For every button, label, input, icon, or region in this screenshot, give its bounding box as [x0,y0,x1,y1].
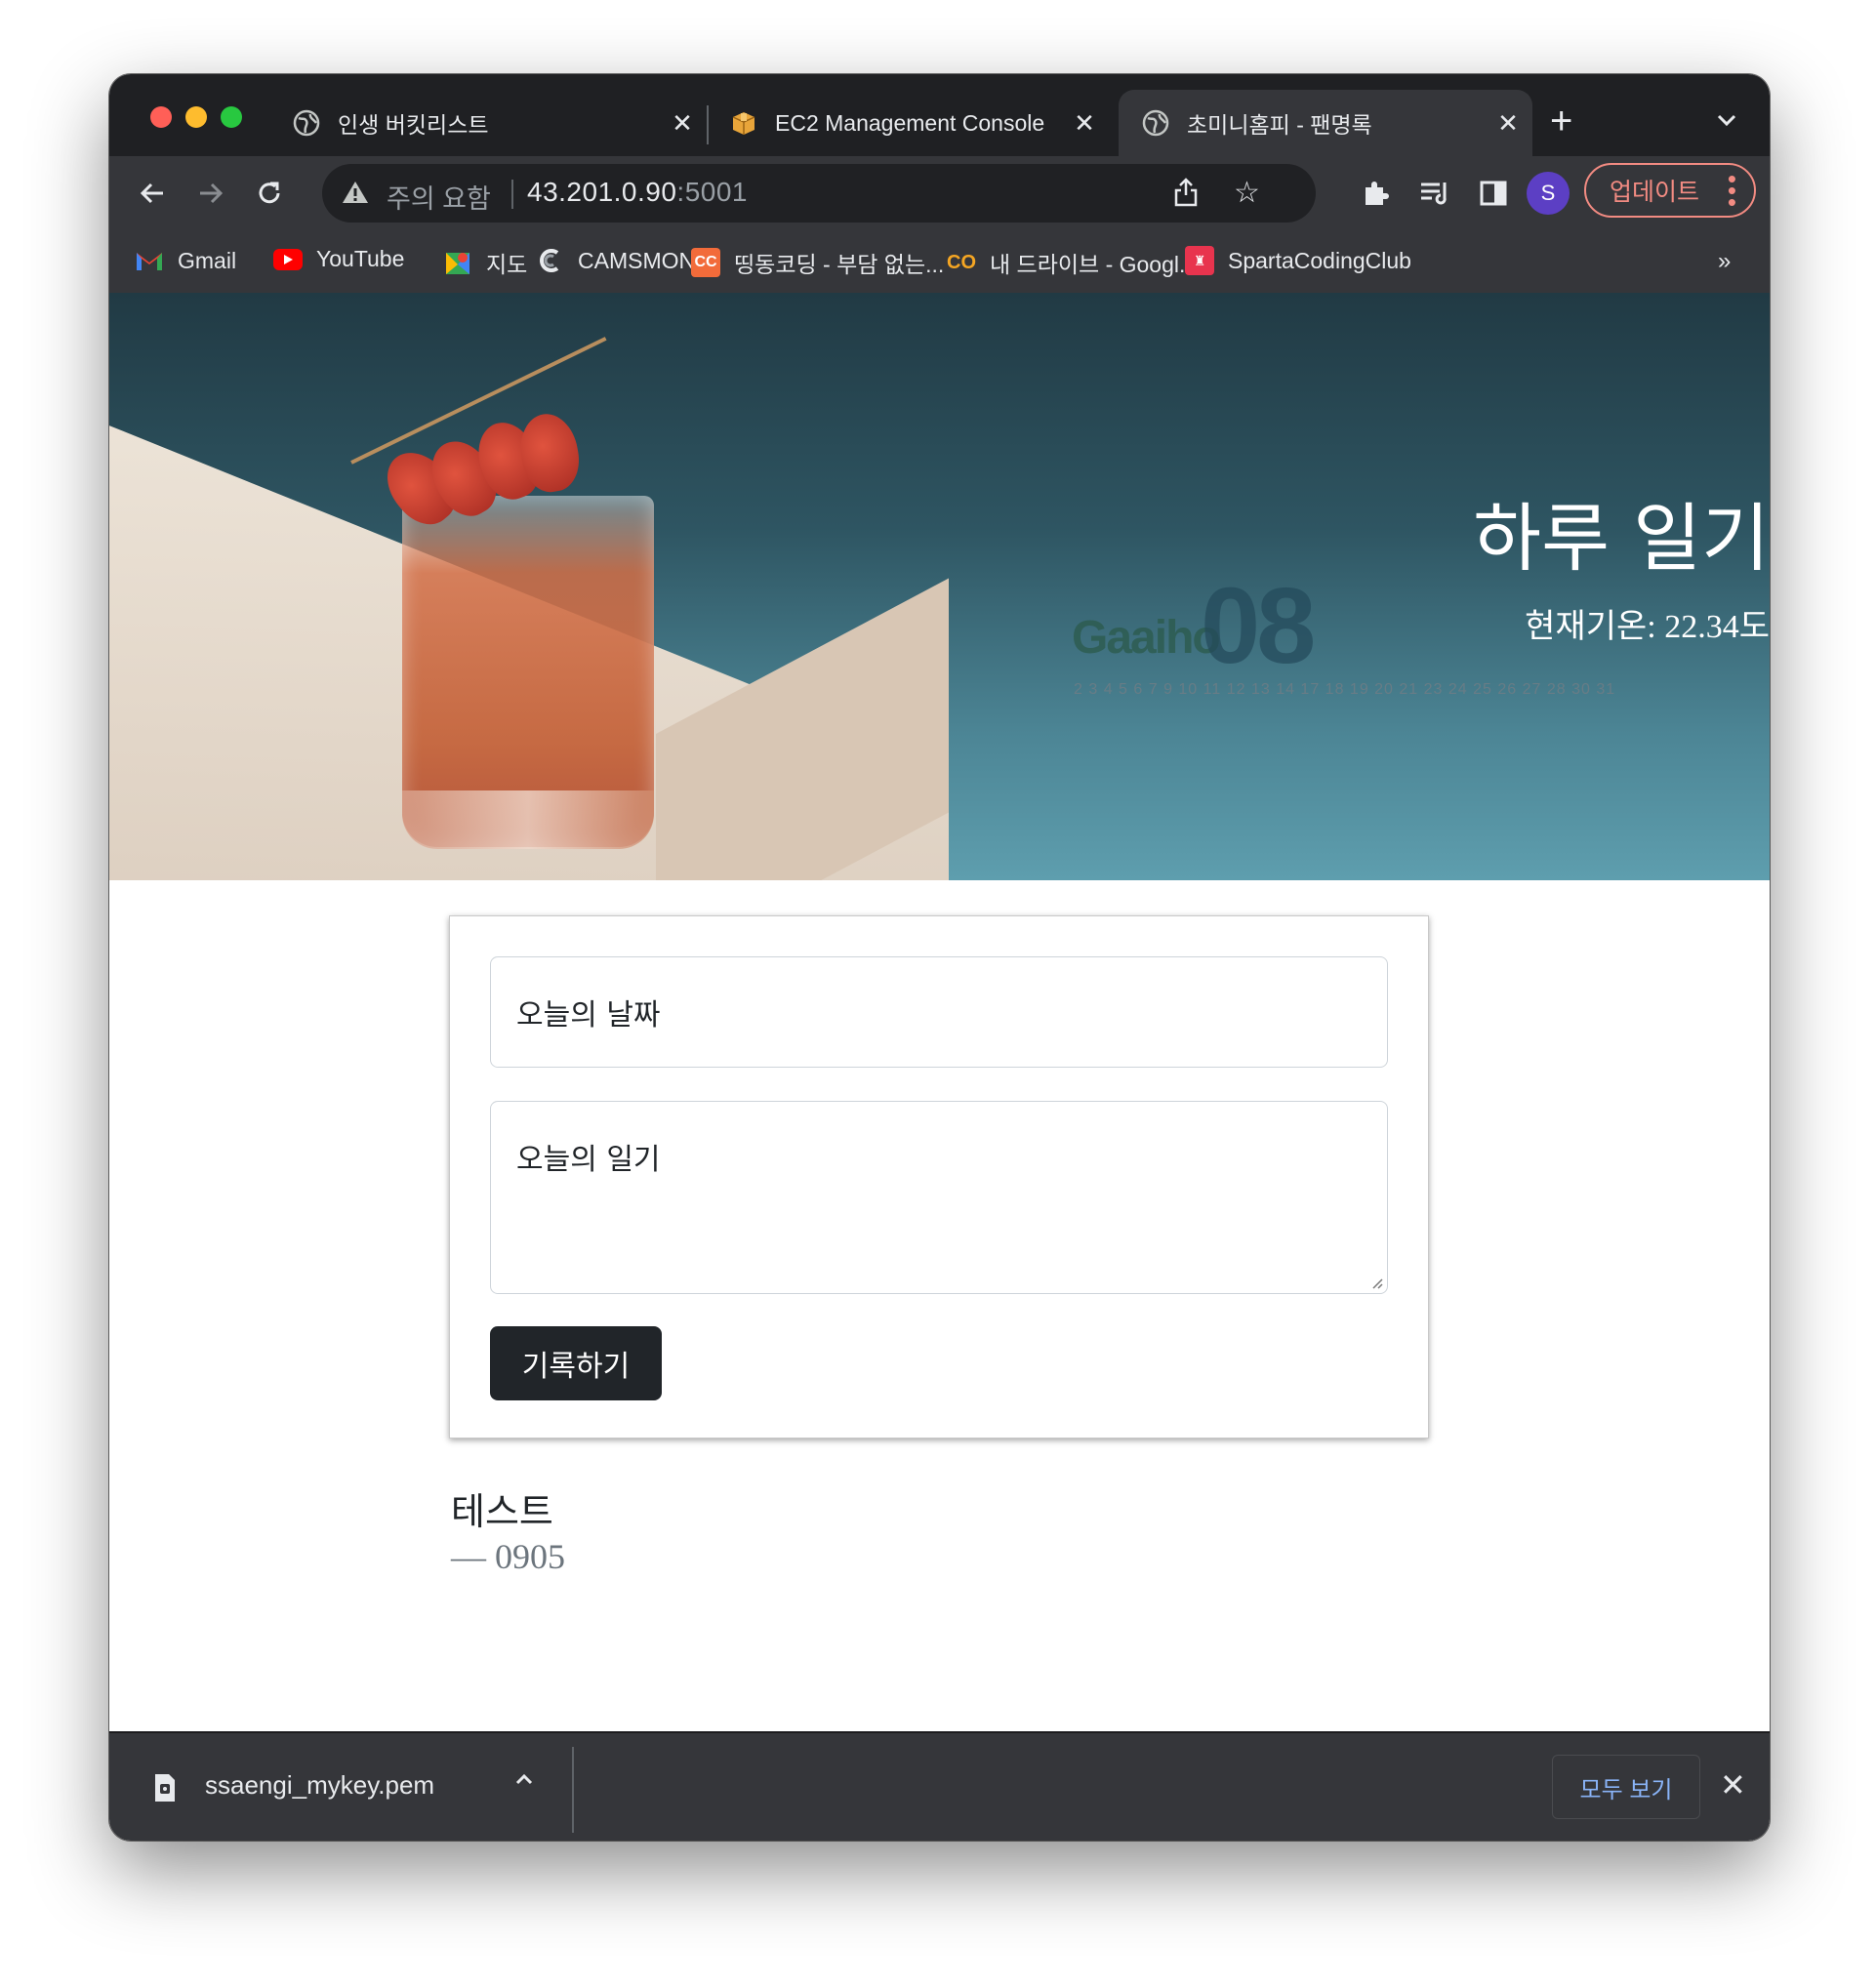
forward-arrow-icon[interactable] [193,176,228,211]
bookmark-label: 띵동코딩 - 부담 없는... [734,252,945,277]
camsmon-icon [535,246,564,275]
bookmark-label: Gmail [178,247,237,273]
maps-icon [443,248,472,277]
date-placeholder: 오늘의 날짜 [516,998,661,1033]
bookmark-label: 지도 [486,252,528,277]
bookmark-label: CAMSMON [578,247,696,273]
tab-search-chevron-icon[interactable] [1714,107,1739,140]
tab-separator [707,105,709,144]
youtube-icon [273,248,303,270]
bookmark-gmail[interactable]: Gmail [135,246,236,275]
bookmark-drive[interactable]: CO 내 드라이브 - Googl... [947,246,1198,279]
hero-image-table-side [656,578,949,880]
diary-form: 오늘의 날짜 오늘의 일기 기록하기 [449,915,1429,1438]
share-icon[interactable] [1173,177,1199,213]
warning-triangle-icon[interactable] [342,180,369,210]
bookmark-label: YouTube [316,246,405,271]
drive-icon: CO [947,251,976,273]
tab-title: EC2 Management Console [775,109,1045,136]
close-tab-icon[interactable]: ✕ [1493,108,1523,139]
calendar-days: 2 3 4 5 6 7 9 10 11 12 13 14 17 18 19 20… [1074,681,1616,698]
extensions-puzzle-icon[interactable] [1359,176,1394,211]
bookmarks-bar: Gmail YouTube 지도 CAMSMON CC 띵동코딩 - 부담 없는… [109,230,1770,294]
current-temperature: 현재기온: 22.34도 [1525,609,1770,645]
reload-icon[interactable] [252,176,287,211]
gmail-icon [135,246,164,275]
download-bar: ssaengi_mykey.pem 모두 보기 ✕ [109,1731,1770,1841]
ddingdong-icon: CC [691,248,720,277]
bookmark-maps[interactable]: 지도 [443,246,527,279]
hero-image-glass-base [402,790,654,849]
aws-box-icon [730,109,757,137]
bookmark-ddingdong[interactable]: CC 띵동코딩 - 부담 없는... [691,246,944,279]
sparta-icon: ♜ [1185,246,1214,275]
maximize-window-button[interactable] [221,106,242,128]
tab-ec2[interactable]: EC2 Management Console ✕ [714,90,1109,156]
close-tab-icon[interactable]: ✕ [1070,108,1099,139]
globe-icon [293,109,320,137]
record-button[interactable]: 기록하기 [490,1326,662,1400]
bookmark-label: 내 드라이브 - Googl... [990,252,1199,277]
update-label: 업데이트 [1610,179,1700,206]
side-panel-icon[interactable] [1476,176,1511,211]
tab-minihompy[interactable]: 초미니홈피 - 팬명록 ✕ [1119,90,1532,156]
date-input[interactable]: 오늘의 날짜 [490,956,1388,1068]
globe-icon [1142,109,1169,137]
calendar-month: 08 [1201,566,1316,686]
omnibox-divider [511,180,513,209]
download-filename[interactable]: ssaengi_mykey.pem [205,1770,434,1801]
diary-textarea[interactable]: 오늘의 일기 [490,1101,1388,1294]
url-text[interactable]: 43.201.0.90:5001 [527,177,748,208]
window-controls [150,106,242,128]
tab-bucketlist[interactable]: 인생 버킷리스트 ✕ [277,90,707,156]
resize-grip-icon[interactable] [1369,1276,1383,1289]
calendar-brand: Gaaiho [1072,612,1221,664]
bookmark-camsmon[interactable]: CAMSMON [535,246,695,275]
browser-toolbar: 주의 요함 43.201.0.90:5001 ☆ S 업데이트 • • • [109,156,1770,230]
bookmark-youtube[interactable]: YouTube [273,246,404,272]
reading-list-icon[interactable] [1417,176,1452,211]
bookmark-label: SpartaCodingClub [1228,247,1411,273]
page-content: Gaaiho 08 2 3 4 5 6 7 9 10 11 12 13 14 1… [109,293,1770,1731]
download-separator [572,1747,574,1833]
more-bookmarks-button[interactable]: » [1718,248,1731,275]
file-icon [152,1772,178,1808]
profile-avatar[interactable]: S [1527,172,1570,215]
entry-date: — 0905 [451,1537,565,1576]
tab-strip: 인생 버킷리스트 ✕ EC2 Management Console ✕ 초미니홈… [109,74,1770,156]
chevron-up-icon[interactable] [513,1768,535,1797]
entry-title: 테스트 [451,1490,553,1533]
menu-kebab-icon[interactable]: • • • [1728,166,1736,215]
tab-title: 초미니홈피 - 팬명록 [1187,112,1372,138]
close-tab-icon[interactable]: ✕ [668,108,697,139]
back-arrow-icon[interactable] [135,176,170,211]
close-download-bar-icon[interactable]: ✕ [1720,1766,1746,1803]
page-title: 하루 일기 [1473,495,1770,582]
address-bar[interactable]: 주의 요함 43.201.0.90:5001 ☆ [322,164,1316,223]
browser-window: 인생 버킷리스트 ✕ EC2 Management Console ✕ 초미니홈… [109,74,1770,1841]
diary-placeholder: 오늘의 일기 [516,1143,661,1177]
minimize-window-button[interactable] [185,106,207,128]
show-all-downloads-button[interactable]: 모두 보기 [1552,1755,1700,1819]
new-tab-button[interactable]: + [1550,101,1572,141]
hero-banner: Gaaiho 08 2 3 4 5 6 7 9 10 11 12 13 14 1… [109,293,1770,880]
tab-title: 인생 버킷리스트 [338,112,489,138]
security-warning-label[interactable]: 주의 요함 [387,178,491,216]
close-window-button[interactable] [150,106,172,128]
bookmark-sparta[interactable]: ♜ SpartaCodingClub [1185,246,1411,275]
update-button[interactable]: 업데이트 • • • [1584,163,1756,218]
bookmark-star-icon[interactable]: ☆ [1234,176,1260,210]
